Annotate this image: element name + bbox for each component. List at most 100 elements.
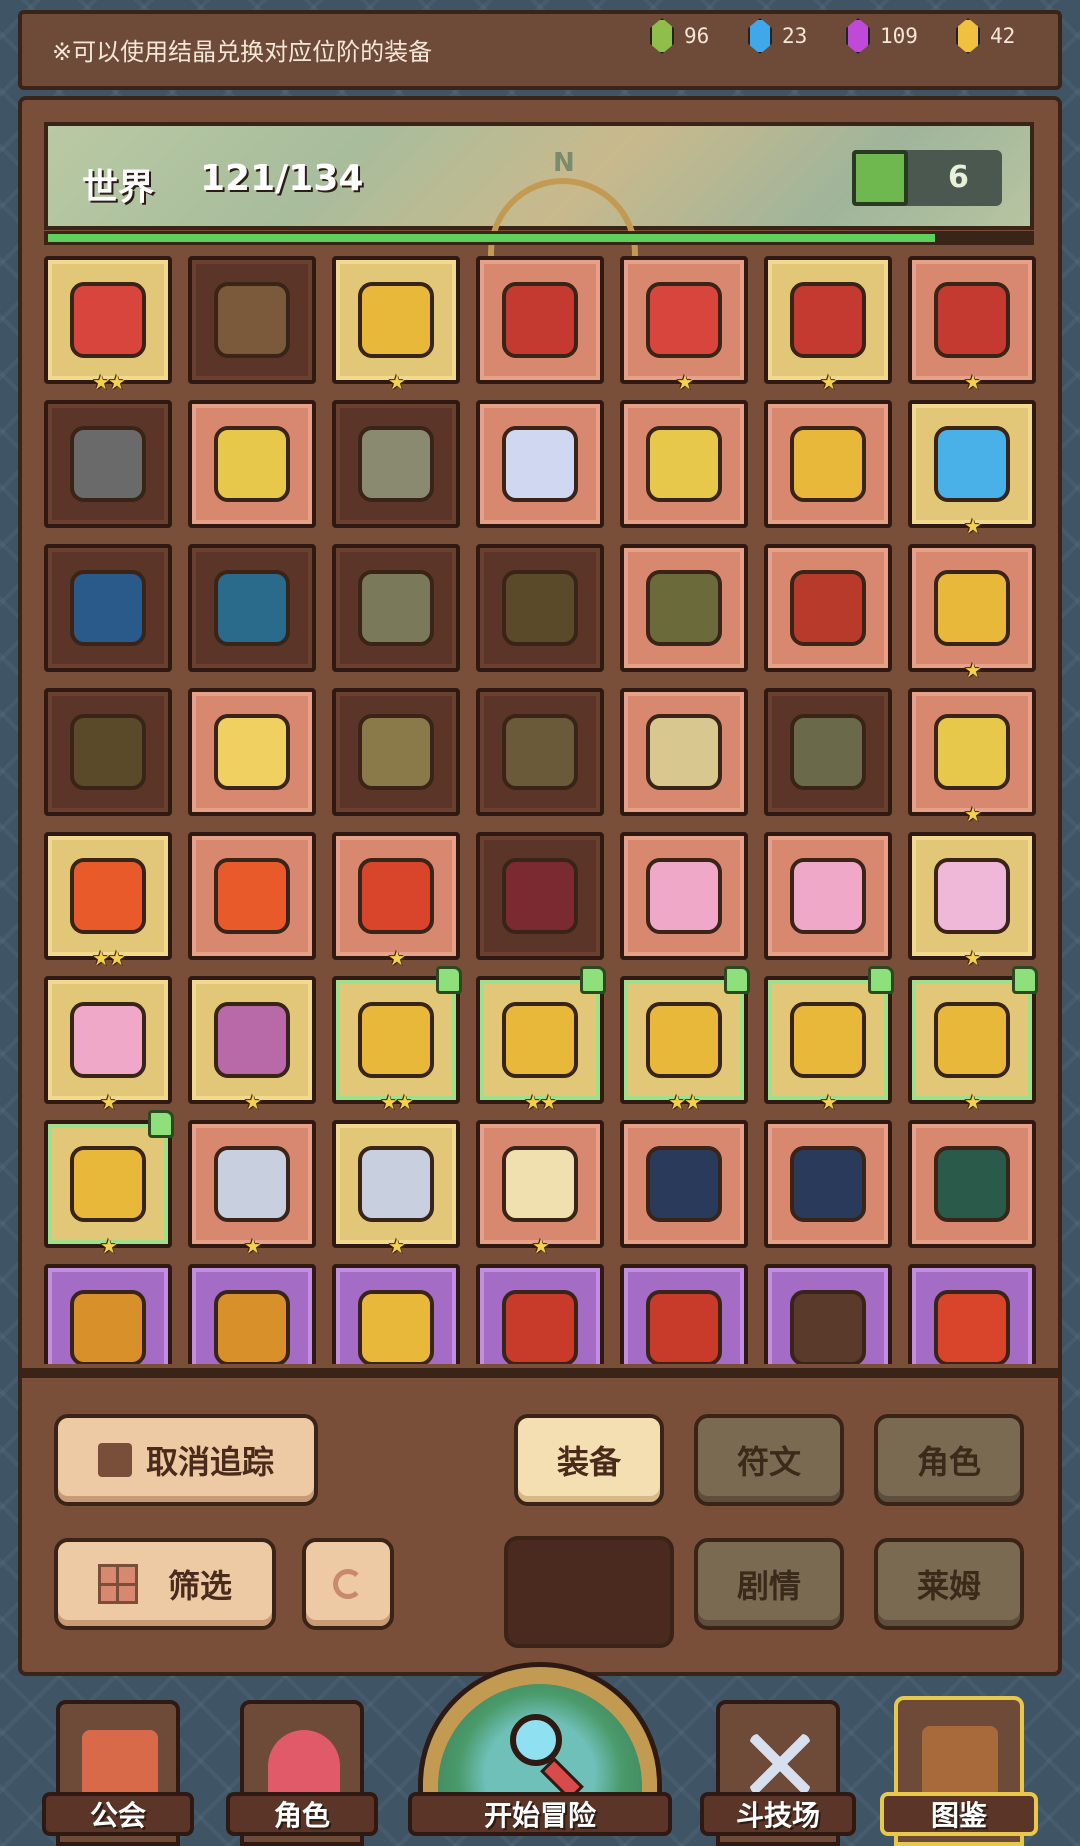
currency-green-value: 96 bbox=[684, 24, 710, 48]
equipment-slot[interactable] bbox=[908, 1120, 1036, 1248]
cancel-tracking-label: 取消追踪 bbox=[145, 1443, 274, 1481]
equipment-slot[interactable]: ★★ bbox=[620, 966, 750, 1114]
equipment-item-icon bbox=[502, 282, 578, 358]
equipment-item-icon bbox=[502, 1002, 578, 1078]
currency-blue: 23 bbox=[748, 18, 807, 54]
equipment-slot[interactable]: ★ bbox=[476, 1120, 604, 1258]
equipment-slot[interactable] bbox=[764, 832, 892, 960]
tab-story[interactable]: 剧情 bbox=[694, 1538, 844, 1630]
equipment-slot[interactable]: ★ bbox=[188, 1120, 316, 1258]
equipment-slot[interactable]: ★★ bbox=[44, 256, 172, 394]
equipment-slot[interactable] bbox=[188, 832, 316, 960]
tracked-count: 6 bbox=[948, 160, 969, 195]
equipment-slot[interactable]: ★★ bbox=[332, 966, 462, 1114]
equipment-item-icon bbox=[790, 1290, 866, 1364]
currency-gold: 42 bbox=[956, 18, 1015, 54]
equipment-slot[interactable] bbox=[620, 832, 748, 960]
star-rating: ★ bbox=[100, 1234, 118, 1258]
equipment-item-icon bbox=[502, 1290, 578, 1364]
equipment-slot[interactable]: ★ bbox=[44, 976, 172, 1114]
star-rating: ★ bbox=[388, 370, 406, 394]
equipment-slot[interactable] bbox=[188, 1264, 316, 1364]
equipment-slot[interactable]: ★ bbox=[908, 544, 1036, 682]
equipment-slot[interactable] bbox=[44, 688, 172, 816]
equipment-item-icon bbox=[70, 1146, 146, 1222]
refresh-button[interactable] bbox=[302, 1538, 394, 1630]
equipment-slot[interactable] bbox=[44, 1264, 172, 1364]
equipment-slot[interactable]: ★ bbox=[764, 966, 894, 1114]
equipment-slot[interactable] bbox=[476, 1264, 604, 1364]
equipment-slot[interactable] bbox=[44, 544, 172, 672]
equipment-slot[interactable]: ★ bbox=[332, 832, 460, 970]
equipment-slot[interactable] bbox=[476, 832, 604, 960]
equipment-slot[interactable]: ★ bbox=[764, 256, 892, 394]
equipment-slot[interactable] bbox=[764, 1264, 892, 1364]
equipment-slot[interactable]: ★★ bbox=[476, 966, 606, 1114]
equipment-item-icon bbox=[358, 282, 434, 358]
equipment-slot[interactable] bbox=[188, 688, 316, 816]
tab-equipment[interactable]: 装备 bbox=[514, 1414, 664, 1506]
green-crystal-icon bbox=[650, 18, 674, 54]
equipment-slot[interactable] bbox=[188, 400, 316, 528]
filter-button[interactable]: 筛选 bbox=[54, 1538, 276, 1630]
equipment-slot[interactable]: ★ bbox=[908, 256, 1036, 394]
equipment-slot[interactable] bbox=[764, 400, 892, 528]
currency-blue-value: 23 bbox=[782, 24, 808, 48]
tracked-flag-icon bbox=[724, 966, 750, 994]
equipment-slot[interactable]: ★ bbox=[908, 400, 1036, 538]
nav-adventure-label[interactable]: 开始冒险 bbox=[408, 1792, 672, 1836]
equipment-slot[interactable] bbox=[620, 688, 748, 816]
equipment-slot[interactable] bbox=[332, 1264, 460, 1364]
equipment-item-icon bbox=[790, 1146, 866, 1222]
thumbs-up-icon[interactable] bbox=[852, 150, 908, 206]
equipment-slot[interactable]: ★ bbox=[332, 1120, 460, 1258]
equipment-slot[interactable] bbox=[476, 256, 604, 384]
equipment-item-icon bbox=[790, 570, 866, 646]
equipment-slot[interactable] bbox=[908, 1264, 1036, 1364]
equipment-slot[interactable]: ★ bbox=[188, 976, 316, 1114]
equipment-grid[interactable]: ★★ ★ ★ ★ ★ ★ ★ ★ ★★ ★ ★ ★ ★ ★★ ★★ ★★ ★ ★ ★ ★ ★ ★ bbox=[44, 256, 1038, 1364]
equipment-slot[interactable]: ★ bbox=[620, 256, 748, 394]
star-rating: ★ bbox=[244, 1234, 262, 1258]
equipment-slot[interactable]: ★ bbox=[332, 256, 460, 394]
equipment-slot[interactable] bbox=[620, 1120, 748, 1248]
tab-rune[interactable]: 符文 bbox=[694, 1414, 844, 1506]
equipment-item-icon bbox=[502, 426, 578, 502]
equipment-slot[interactable]: ★ bbox=[908, 966, 1038, 1114]
equipment-slot[interactable] bbox=[332, 688, 460, 816]
star-rating: ★★ bbox=[524, 1090, 558, 1114]
equipment-slot[interactable] bbox=[620, 544, 748, 672]
equipment-slot[interactable] bbox=[764, 688, 892, 816]
collection-progress-bar bbox=[44, 231, 1034, 245]
star-rating: ★ bbox=[676, 370, 694, 394]
equipment-slot[interactable] bbox=[332, 544, 460, 672]
compass-north-icon: N bbox=[553, 148, 575, 178]
equipment-slot[interactable]: ★ bbox=[908, 832, 1036, 970]
equipment-slot[interactable] bbox=[44, 400, 172, 528]
equipment-slot[interactable] bbox=[764, 544, 892, 672]
cancel-tracking-button[interactable]: 取消追踪 bbox=[54, 1414, 318, 1506]
equipment-slot[interactable] bbox=[188, 256, 316, 384]
equipment-slot[interactable]: ★ bbox=[908, 688, 1036, 826]
equipment-slot[interactable] bbox=[620, 1264, 748, 1364]
equipment-slot[interactable]: ★★ bbox=[44, 832, 172, 970]
currency-gold-value: 42 bbox=[990, 24, 1016, 48]
equipment-item-icon bbox=[358, 1002, 434, 1078]
equipment-slot[interactable] bbox=[332, 400, 460, 528]
equipment-slot[interactable] bbox=[476, 400, 604, 528]
equipment-item-icon bbox=[934, 570, 1010, 646]
equipment-slot[interactable] bbox=[764, 1120, 892, 1248]
filter-label: 筛选 bbox=[167, 1567, 232, 1605]
character-portrait-icon bbox=[268, 1730, 340, 1800]
tab-character[interactable]: 角色 bbox=[874, 1414, 1024, 1506]
equipment-item-icon bbox=[934, 282, 1010, 358]
equipment-slot[interactable] bbox=[620, 400, 748, 528]
star-rating: ★ bbox=[964, 514, 982, 538]
equipment-item-icon bbox=[646, 426, 722, 502]
equipment-slot[interactable] bbox=[188, 544, 316, 672]
equipment-slot[interactable] bbox=[476, 544, 604, 672]
equipment-item-icon bbox=[70, 1002, 146, 1078]
tab-slime[interactable]: 莱姆 bbox=[874, 1538, 1024, 1630]
equipment-slot[interactable]: ★ bbox=[44, 1110, 174, 1258]
equipment-slot[interactable] bbox=[476, 688, 604, 816]
